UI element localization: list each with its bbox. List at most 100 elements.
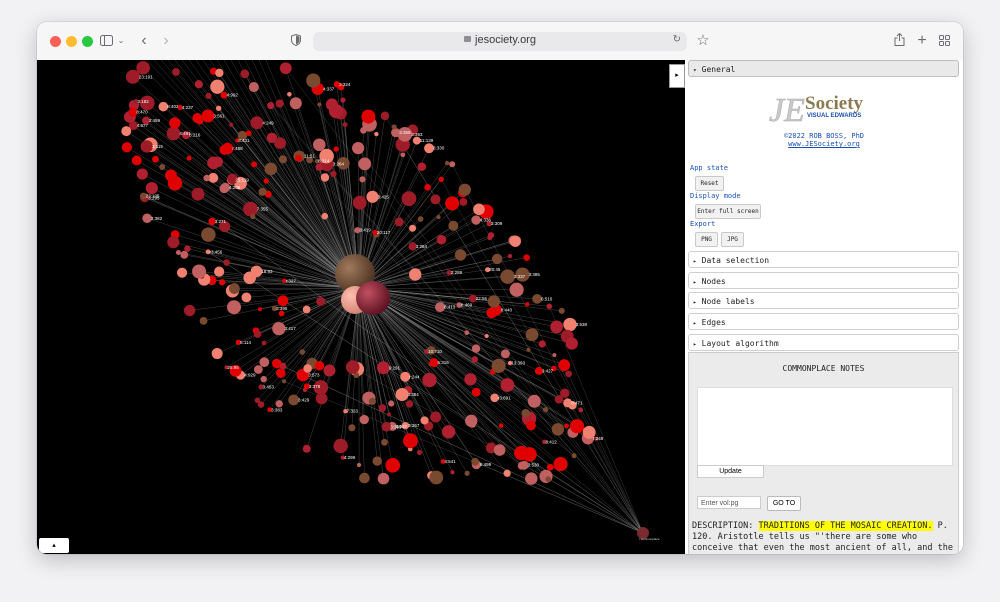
graph-node[interactable] [522,447,537,462]
graph-node[interactable] [245,130,252,137]
graph-node[interactable] [272,321,286,336]
graph-node[interactable] [380,111,390,121]
graph-node[interactable] [459,198,468,206]
graph-node[interactable] [323,364,336,377]
graph-node[interactable] [500,269,515,284]
graph-node[interactable] [254,397,261,404]
graph-node[interactable] [328,104,344,119]
graph-node[interactable] [448,220,459,231]
graph-node[interactable] [201,227,216,242]
graph-node[interactable] [226,300,241,315]
graph-node[interactable] [438,176,444,183]
graph-node[interactable] [261,340,267,346]
graph-node[interactable] [465,414,478,428]
graph-node[interactable] [253,330,262,338]
graph-node[interactable] [175,250,181,256]
export-jpg-button[interactable]: JPG [721,232,744,247]
graph-node[interactable] [409,224,417,232]
graph-node[interactable] [377,472,390,485]
graph-node[interactable] [424,184,431,191]
graph-node[interactable] [558,359,571,372]
graph-node[interactable] [194,80,203,89]
graph-node[interactable] [333,438,348,454]
goto-button[interactable]: GO TO [767,496,801,511]
graph-node[interactable] [493,444,506,456]
graph-node[interactable] [503,469,511,477]
graph-node[interactable] [464,330,470,336]
graph-node[interactable] [183,304,196,317]
graph-node[interactable] [258,187,267,196]
section-layout-algorithm[interactable]: ▸ Layout algorithm [688,334,959,351]
graph-node[interactable] [458,183,471,196]
graph-node[interactable] [302,305,311,314]
graph-node[interactable] [352,142,365,155]
graph-node[interactable] [565,370,573,378]
graph-node[interactable] [192,112,203,123]
graph-node[interactable] [203,174,211,182]
graph-node[interactable] [278,310,285,317]
graph-node[interactable] [430,411,442,423]
graph-node[interactable] [306,73,321,88]
section-nodes[interactable]: ▸ Nodes [688,272,959,289]
graph-node[interactable] [121,126,132,137]
graph-node[interactable] [176,267,188,278]
graph-node[interactable] [545,476,552,482]
back-button[interactable]: ‹ [138,32,150,50]
graph-node[interactable] [526,347,531,352]
graph-node[interactable] [527,394,541,408]
graph-node[interactable] [243,201,258,217]
update-button[interactable]: Update [697,465,764,478]
export-png-button[interactable]: PNG [695,232,718,247]
graph-node[interactable] [259,357,270,368]
graph-node[interactable] [215,105,222,112]
graph-node[interactable] [145,181,158,195]
section-general[interactable]: ▾ General [688,60,959,77]
graph-node[interactable] [191,187,205,201]
graph-node[interactable] [251,161,258,168]
graph-node[interactable] [385,458,401,473]
graph-node[interactable] [391,124,397,130]
reset-button[interactable]: Reset [695,176,724,191]
graph-node[interactable] [471,387,481,397]
graph-node[interactable] [186,155,192,161]
graph-node[interactable] [436,214,441,220]
graph-node[interactable] [214,266,225,277]
graph-node[interactable] [436,234,447,245]
section-data-selection[interactable]: ▸ Data selection [688,251,959,268]
graph-node[interactable] [352,195,367,210]
graph-node[interactable] [314,360,325,371]
graph-node[interactable] [378,404,387,412]
graph-node[interactable] [454,249,467,261]
notes-textarea[interactable] [697,387,953,466]
graph-node[interactable] [525,302,530,307]
graph-node[interactable] [473,203,485,216]
graph-node[interactable] [199,317,208,325]
graph-node[interactable] [131,155,142,166]
graph-node[interactable] [250,213,256,220]
graph-node[interactable] [192,264,207,279]
graph-node[interactable] [372,456,382,466]
graph-node[interactable] [316,296,326,306]
graph-node[interactable] [303,364,312,373]
graph-node[interactable] [342,122,348,128]
graph-node[interactable] [565,337,578,350]
graph-node[interactable] [248,82,259,93]
graph-node[interactable] [400,152,406,158]
graph-node[interactable] [295,154,302,162]
graph-node[interactable] [359,472,370,484]
graph-node[interactable] [484,333,489,338]
graph-node[interactable] [240,69,250,79]
graph-node[interactable] [345,360,360,374]
graph-node[interactable] [359,414,369,425]
graph-node[interactable] [258,307,263,312]
graph-node[interactable] [312,138,326,152]
graph-node[interactable] [330,170,337,178]
graph-node[interactable] [417,216,424,222]
graph-node[interactable] [571,453,577,459]
collapse-panel-button[interactable]: ▸ [669,64,685,88]
graph-node[interactable] [387,412,392,417]
expand-bottom-button[interactable]: ▴ [39,538,69,553]
forward-button[interactable]: › [160,32,172,50]
graph-node[interactable] [564,423,569,429]
graph-node[interactable] [417,162,427,171]
